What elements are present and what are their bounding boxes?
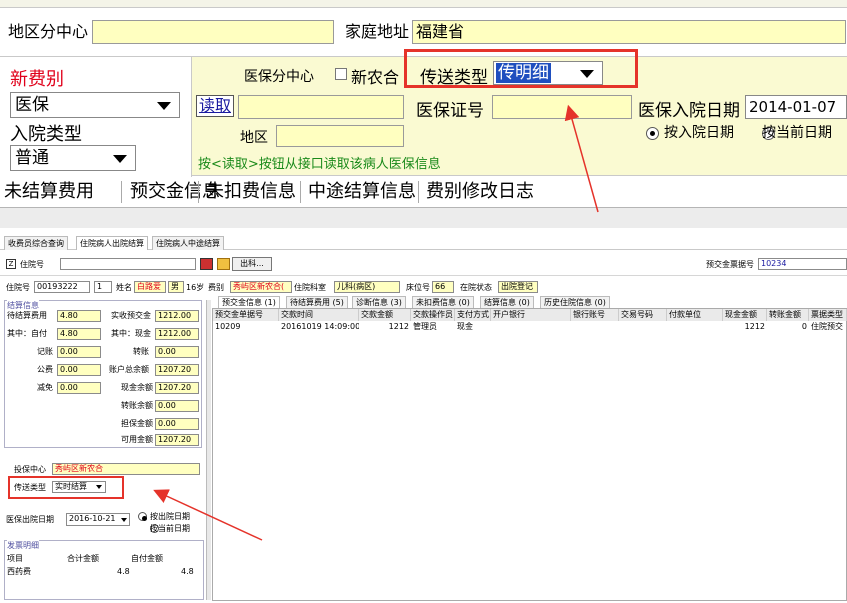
annotation-arrows bbox=[153, 104, 599, 541]
arrow-to-transfer-type-small bbox=[153, 489, 263, 541]
arrow-to-transfer-type bbox=[564, 104, 599, 213]
